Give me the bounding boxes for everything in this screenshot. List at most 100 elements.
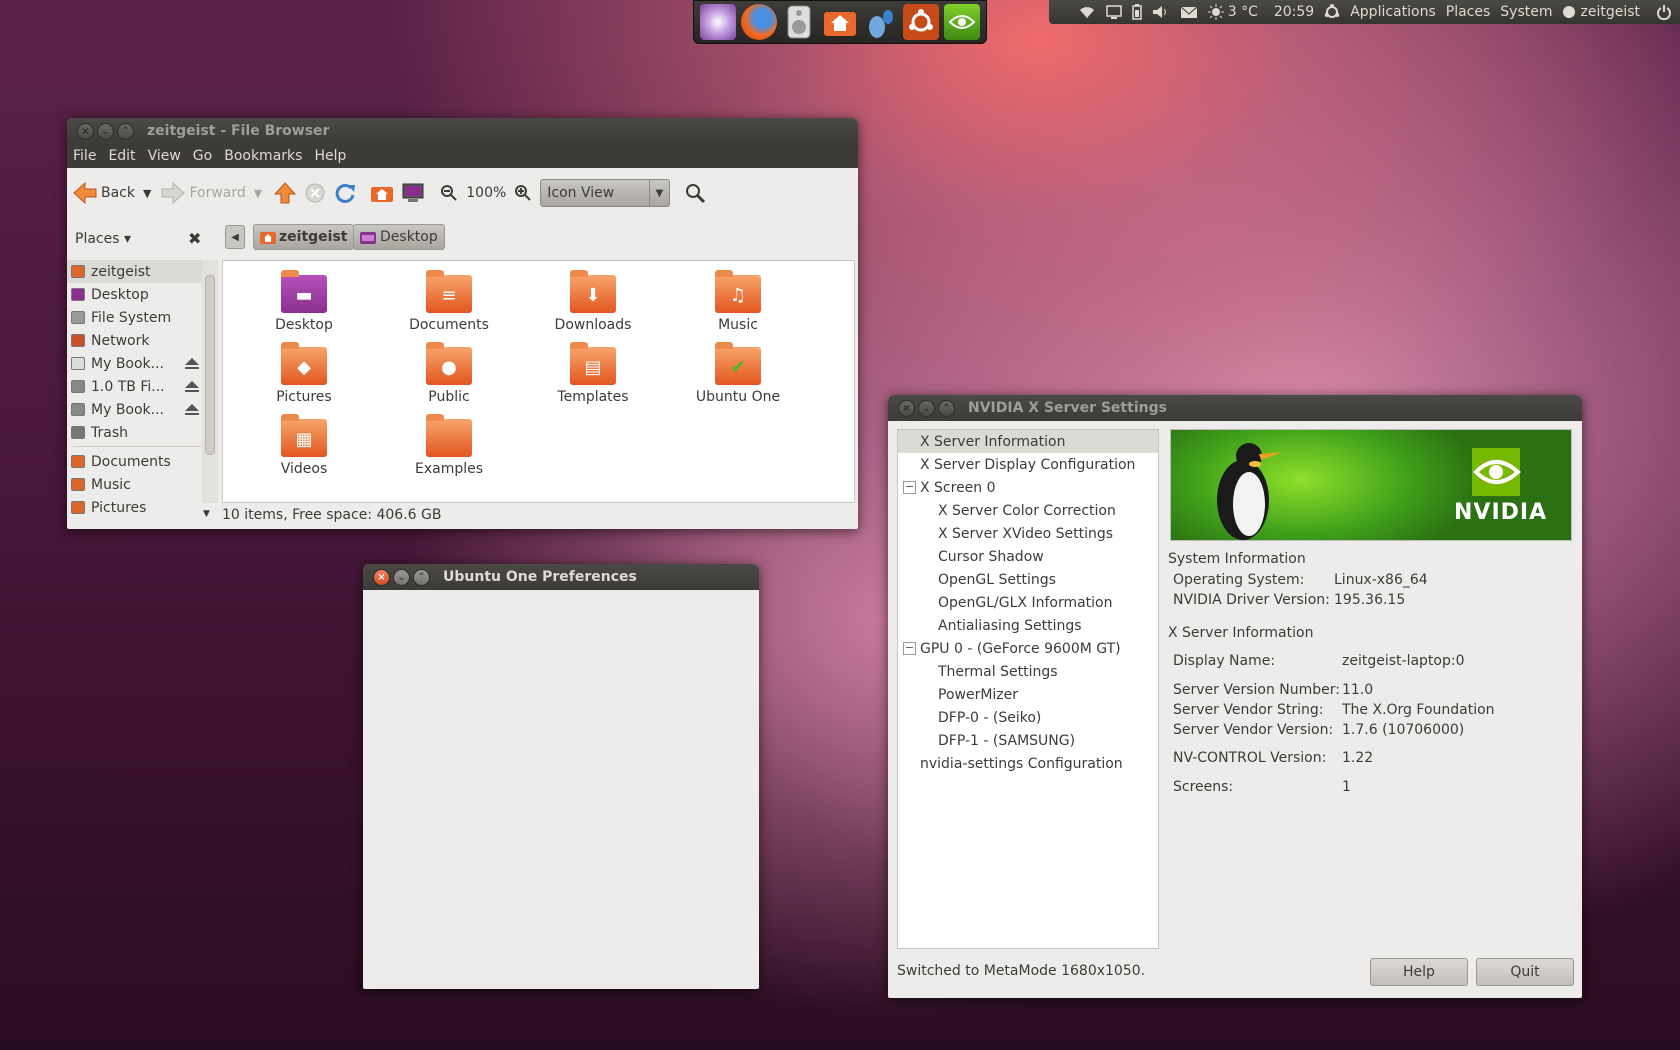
sidebar-item[interactable]: Pictures bbox=[67, 496, 207, 519]
reload-icon[interactable] bbox=[334, 182, 356, 204]
sidebar-item[interactable]: Desktop bbox=[67, 283, 207, 306]
close-icon[interactable]: × bbox=[898, 399, 915, 417]
file-item[interactable]: ▬ Desktop bbox=[244, 270, 364, 333]
menu-bookmarks[interactable]: Bookmarks bbox=[218, 148, 308, 164]
sidebar-item[interactable]: Trash bbox=[67, 421, 207, 444]
tree-item[interactable]: Cursor Shadow bbox=[898, 545, 1158, 568]
sidebar-scrollbar[interactable] bbox=[202, 260, 218, 503]
file-item[interactable]: Examples bbox=[389, 414, 509, 477]
tree-item[interactable]: X Server Information bbox=[898, 430, 1158, 453]
sidebar-item[interactable]: Documents bbox=[67, 450, 207, 473]
menu-edit[interactable]: Edit bbox=[102, 148, 141, 164]
sidebar-item[interactable]: 1.0 TB Fi... bbox=[67, 375, 207, 398]
search-icon[interactable] bbox=[684, 182, 706, 204]
tree-item[interactable]: Antialiasing Settings bbox=[898, 614, 1158, 637]
menu-applications[interactable]: Applications bbox=[1350, 4, 1436, 20]
ubuntu-weather-icon[interactable] bbox=[903, 4, 940, 40]
scrollbar-thumb[interactable] bbox=[205, 275, 215, 455]
minimize-icon[interactable]: ⌄ bbox=[97, 122, 114, 140]
close-icon[interactable]: × bbox=[77, 122, 94, 140]
maximize-icon[interactable]: ⌃ bbox=[413, 568, 430, 586]
forward-history-dropdown[interactable]: ▼ bbox=[254, 187, 262, 200]
display-icon[interactable] bbox=[1105, 5, 1122, 19]
tree-item[interactable]: − GPU 0 - (GeForce 9600M GT) bbox=[898, 637, 1158, 660]
clock[interactable]: 20:59 bbox=[1274, 4, 1314, 20]
file-item[interactable]: ⬇ Downloads bbox=[533, 270, 653, 333]
wifi-icon[interactable] bbox=[1078, 5, 1096, 19]
help-button[interactable]: Help bbox=[1370, 958, 1468, 986]
tree-item[interactable]: X Server Color Correction bbox=[898, 499, 1158, 522]
gnome-feet-icon[interactable] bbox=[863, 4, 899, 40]
home-icon[interactable] bbox=[370, 183, 394, 203]
tree-item[interactable]: OpenGL Settings bbox=[898, 568, 1158, 591]
home-folder-icon[interactable] bbox=[822, 4, 858, 40]
maximize-icon[interactable]: ⌃ bbox=[117, 122, 134, 140]
menu-file[interactable]: File bbox=[67, 148, 102, 164]
file-item[interactable]: ♫ Music bbox=[678, 270, 798, 333]
eject-icon[interactable] bbox=[185, 358, 199, 369]
volume-icon[interactable] bbox=[1152, 5, 1170, 19]
firefox-icon[interactable] bbox=[740, 4, 777, 40]
user-name[interactable]: zeitgeist bbox=[1580, 4, 1640, 20]
sidebar-scroll-down-icon[interactable]: ▼ bbox=[203, 509, 210, 519]
zoom-in-icon[interactable] bbox=[514, 184, 532, 202]
file-item[interactable]: ▦ Videos bbox=[244, 414, 364, 477]
sidebar-item[interactable]: File System bbox=[67, 306, 207, 329]
collapse-icon[interactable]: − bbox=[903, 481, 916, 494]
maximize-icon[interactable]: ⌃ bbox=[938, 399, 955, 417]
back-button[interactable]: Back bbox=[73, 182, 135, 204]
close-sidebar-icon[interactable]: ✖ bbox=[188, 229, 201, 248]
file-item[interactable]: ✔ Ubuntu One bbox=[678, 342, 798, 405]
ubuntu-one-titlebar[interactable]: × ⌄ ⌃ Ubuntu One Preferences bbox=[363, 564, 759, 590]
menu-system[interactable]: System bbox=[1500, 4, 1552, 20]
menu-help[interactable]: Help bbox=[308, 148, 352, 164]
sidebar-item[interactable]: Music bbox=[67, 473, 207, 496]
zoom-level[interactable]: 100% bbox=[466, 185, 506, 201]
ubuntu-logo-icon[interactable] bbox=[1324, 4, 1340, 20]
nvidia-titlebar[interactable]: × ⌄ ⌃ NVIDIA X Server Settings bbox=[888, 395, 1582, 421]
temperature-label[interactable]: 3 °C bbox=[1228, 4, 1258, 20]
breadcrumb-zeitgeist[interactable]: zeitgeist bbox=[253, 224, 355, 250]
tree-item[interactable]: X Server Display Configuration bbox=[898, 453, 1158, 476]
weather-icon[interactable] bbox=[1207, 4, 1224, 20]
forward-button[interactable]: Forward bbox=[161, 182, 246, 204]
zoom-out-icon[interactable] bbox=[440, 184, 458, 202]
mail-icon[interactable] bbox=[1180, 5, 1198, 19]
sidebar-item[interactable]: Network bbox=[67, 329, 207, 352]
tree-item[interactable]: OpenGL/GLX Information bbox=[898, 591, 1158, 614]
tree-item[interactable]: − X Screen 0 bbox=[898, 476, 1158, 499]
view-mode-select[interactable]: Icon View ▼ bbox=[540, 179, 671, 207]
speaker-icon[interactable] bbox=[781, 4, 817, 40]
eject-icon[interactable] bbox=[185, 381, 199, 392]
stop-icon[interactable] bbox=[304, 182, 326, 204]
eject-icon[interactable] bbox=[185, 404, 199, 415]
breadcrumb-left-arrow-icon[interactable]: ◀ bbox=[225, 225, 245, 249]
tree-item[interactable]: DFP-0 - (Seiko) bbox=[898, 706, 1158, 729]
file-browser-titlebar[interactable]: × ⌄ ⌃ zeitgeist - File Browser bbox=[67, 118, 858, 144]
user-status-icon[interactable] bbox=[1562, 5, 1576, 19]
settings-burst-icon[interactable] bbox=[700, 4, 737, 40]
places-dropdown[interactable]: Places ▾ bbox=[75, 231, 131, 247]
file-item[interactable]: ▤ Templates bbox=[533, 342, 653, 405]
sidebar-item[interactable]: My Book... bbox=[67, 398, 207, 421]
file-item[interactable]: ≡ Documents bbox=[389, 270, 509, 333]
tree-item[interactable]: X Server XVideo Settings bbox=[898, 522, 1158, 545]
minimize-icon[interactable]: ⌄ bbox=[918, 399, 935, 417]
tree-item[interactable]: DFP-1 - (SAMSUNG) bbox=[898, 729, 1158, 752]
file-item[interactable]: ● Public bbox=[389, 342, 509, 405]
sidebar-item[interactable]: My Book... bbox=[67, 352, 207, 375]
close-icon[interactable]: × bbox=[373, 568, 390, 586]
collapse-icon[interactable]: − bbox=[903, 642, 916, 655]
breadcrumb-desktop[interactable]: Desktop bbox=[353, 224, 445, 250]
menu-go[interactable]: Go bbox=[187, 148, 218, 164]
up-arrow-icon[interactable] bbox=[274, 182, 297, 204]
back-history-dropdown[interactable]: ▼ bbox=[143, 187, 151, 200]
computer-icon[interactable] bbox=[402, 183, 424, 203]
tree-item[interactable]: Thermal Settings bbox=[898, 660, 1158, 683]
menu-places[interactable]: Places bbox=[1446, 4, 1491, 20]
quit-button[interactable]: Quit bbox=[1476, 958, 1574, 986]
sidebar-item[interactable]: zeitgeist bbox=[67, 260, 207, 283]
nvidia-icon[interactable] bbox=[943, 4, 980, 40]
menu-view[interactable]: View bbox=[142, 148, 187, 164]
file-item[interactable]: ◆ Pictures bbox=[244, 342, 364, 405]
